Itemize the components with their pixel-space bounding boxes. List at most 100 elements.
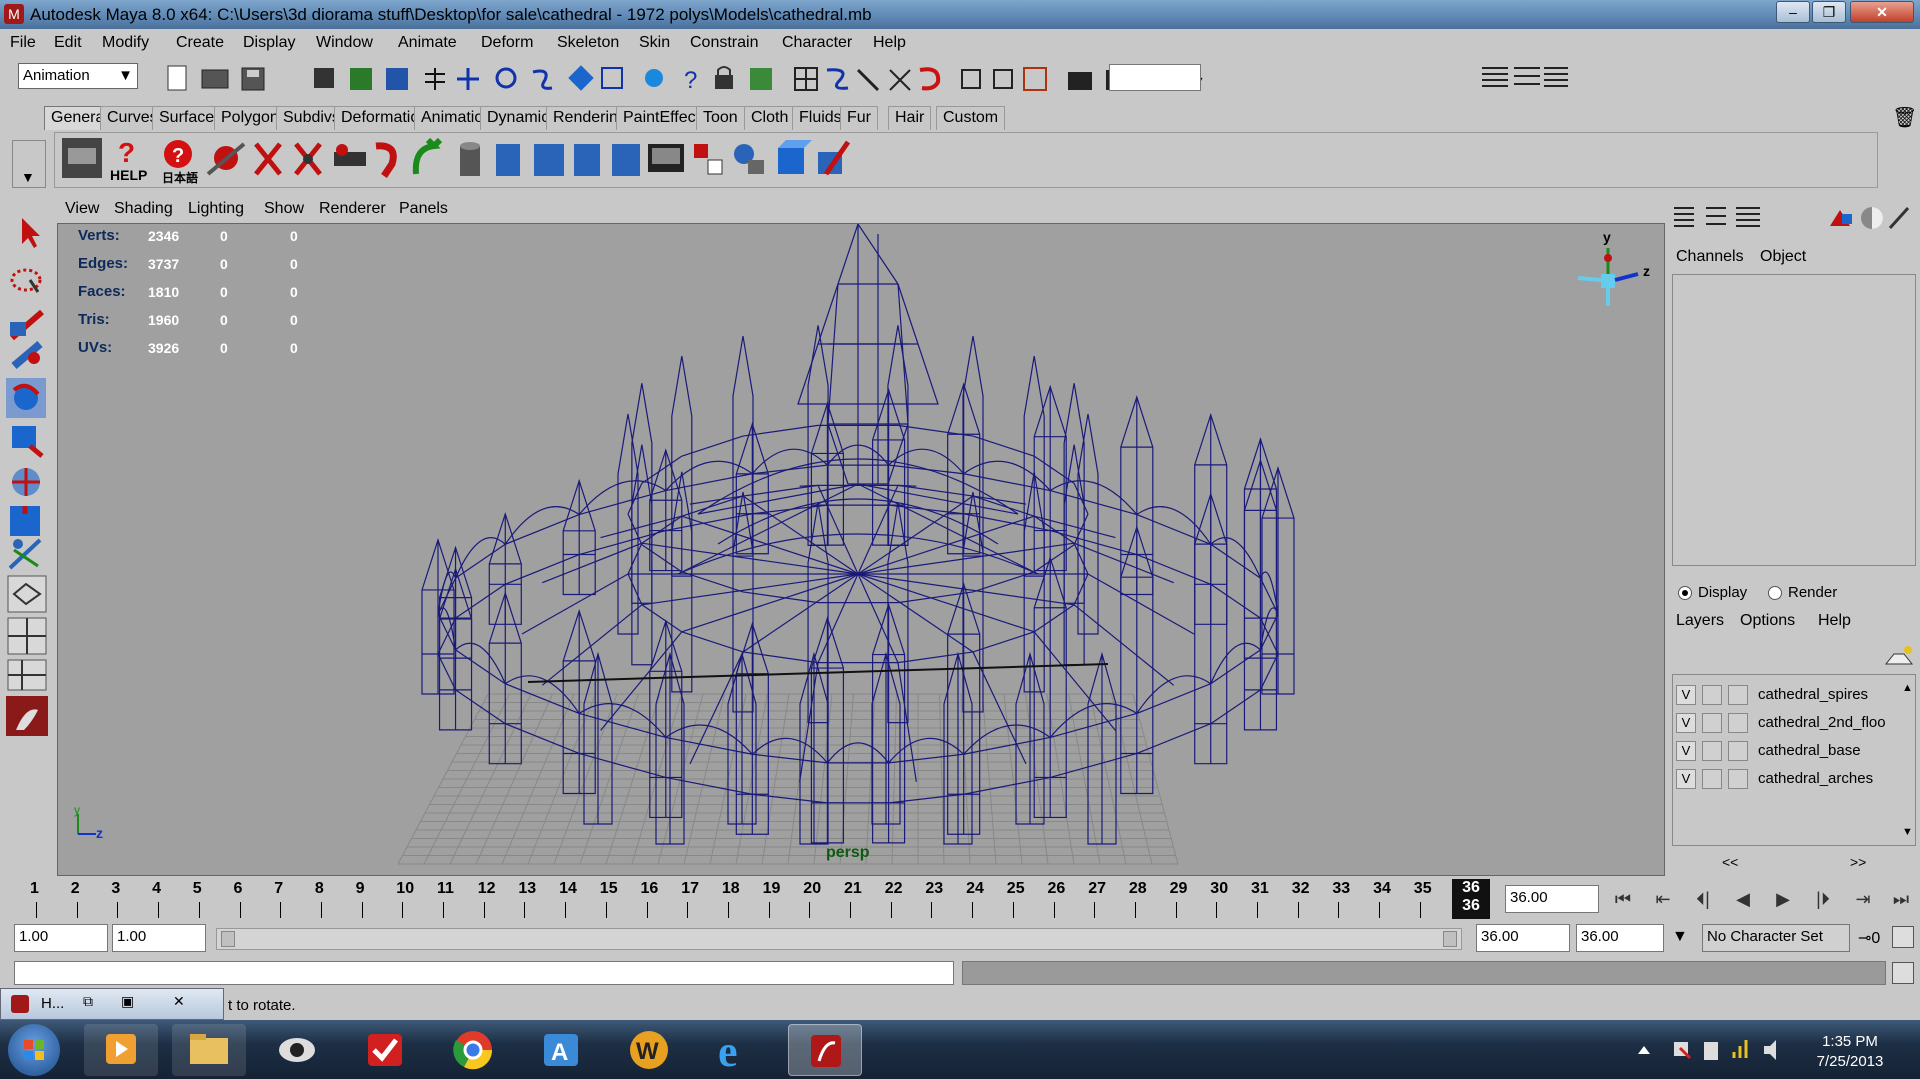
select-highlight-icon[interactable] <box>750 68 772 90</box>
channel-box-toggle-icon[interactable] <box>1544 67 1568 87</box>
tray-expand-icon[interactable] <box>1638 1046 1650 1054</box>
move-tool-icon[interactable] <box>11 340 43 370</box>
ipr-icon[interactable] <box>826 68 849 90</box>
render-current-icon[interactable] <box>645 69 663 87</box>
menu-window[interactable]: Window <box>316 34 373 52</box>
range-slider-handle-start[interactable] <box>221 931 235 947</box>
scale-tool-icon[interactable] <box>12 426 44 458</box>
shelf-blend-shape-icon[interactable] <box>734 144 764 174</box>
create-layer-icon[interactable] <box>1882 642 1916 670</box>
menu-set-dropdown[interactable]: Animation ▼ <box>18 63 138 89</box>
vp-menu-lighting[interactable]: Lighting <box>188 200 244 218</box>
layer-visibility-toggle[interactable]: V <box>1676 769 1696 789</box>
shape-color-icon[interactable] <box>1830 210 1852 226</box>
auto-key-icon[interactable]: ⊸0 <box>1858 928 1880 948</box>
script-editor-icon[interactable] <box>1892 962 1914 984</box>
layers-menu-layers[interactable]: Layers <box>1676 612 1724 630</box>
layout-single-icon[interactable] <box>7 575 47 613</box>
tray-device-icon[interactable] <box>1704 1042 1718 1060</box>
layer-template-toggle[interactable] <box>1702 741 1722 761</box>
system-clock[interactable]: 1:35 PM 7/25/2013 <box>1800 1032 1900 1072</box>
tray-flag-icon[interactable] <box>1674 1042 1692 1060</box>
shelf-tab-fur[interactable]: Fur <box>840 106 878 130</box>
scroll-down-icon[interactable]: ▼ <box>1902 826 1913 838</box>
compass-z-arrow-icon[interactable] <box>1614 272 1639 282</box>
perspective-viewport[interactable]: Verts: 2346 0 0 Edges: 3737 0 0 Faces: 1… <box>57 223 1665 876</box>
taskbar-chrome[interactable] <box>436 1024 510 1076</box>
channel-tab-object[interactable]: Object <box>1760 248 1806 266</box>
menu-deform[interactable]: Deform <box>481 34 533 52</box>
shelf-help-icon[interactable]: ?HELP <box>110 137 147 183</box>
select-object-icon[interactable] <box>350 68 372 90</box>
current-frame-marker[interactable]: 36 36 <box>1452 879 1490 919</box>
select-hierarchy-icon[interactable] <box>314 68 334 88</box>
play-forwards-button[interactable]: ▶ <box>1768 884 1798 914</box>
shelf-ik-spline-icon[interactable] <box>294 142 322 176</box>
render-settings-icon[interactable] <box>889 69 911 91</box>
layers-menu-options[interactable]: Options <box>1740 612 1795 630</box>
layer-scroll-left[interactable]: << <box>1722 854 1738 870</box>
menu-skin[interactable]: Skin <box>639 34 670 52</box>
select-tool-icon[interactable] <box>22 218 40 248</box>
layer-color-swatch[interactable] <box>1728 685 1748 705</box>
clapper-icon[interactable] <box>1068 72 1092 90</box>
animation-preferences-icon[interactable] <box>1892 926 1914 948</box>
lock-icon[interactable] <box>715 66 733 89</box>
layout-outliner-icon[interactable] <box>7 659 47 691</box>
layer-visibility-toggle[interactable]: V <box>1676 685 1696 705</box>
vp-menu-shading[interactable]: Shading <box>114 200 173 218</box>
shelf-tab-cloth[interactable]: Cloth <box>744 106 796 130</box>
layer-visibility-toggle[interactable]: V <box>1676 741 1696 761</box>
play-backwards-button[interactable]: ◀ <box>1728 884 1758 914</box>
tray-network-icon[interactable] <box>1732 1040 1748 1058</box>
layer-scroll-right[interactable]: >> <box>1850 854 1866 870</box>
shelf-options-menu[interactable]: ▼ <box>12 140 46 188</box>
channel-box-mode-icon[interactable] <box>1674 207 1694 227</box>
layer-row[interactable]: V cathedral_base <box>1672 738 1896 764</box>
mel-command-input[interactable] <box>14 961 954 985</box>
channel-box-area[interactable] <box>1672 274 1916 566</box>
layer-template-toggle[interactable] <box>1702 713 1722 733</box>
taskbar-red-app[interactable] <box>348 1024 422 1076</box>
universal-manipulator-icon[interactable] <box>12 468 40 496</box>
taskbar-a-app[interactable]: A <box>524 1024 598 1076</box>
construction-history-icon[interactable] <box>601 67 623 89</box>
display-radio[interactable] <box>1678 586 1692 600</box>
channel-tab-channels[interactable]: Channels <box>1676 248 1744 266</box>
start-button[interactable] <box>8 1024 60 1076</box>
snap-surface-icon[interactable] <box>568 65 594 91</box>
restore-icon[interactable]: ⧉ <box>83 993 93 1010</box>
trash-icon[interactable]: 🗑 <box>1892 105 1917 130</box>
select-component-icon[interactable] <box>386 68 408 90</box>
shelf-smooth-bind-icon[interactable] <box>412 137 443 175</box>
snap-view-icon[interactable] <box>532 69 553 90</box>
attribute-mode-icon[interactable] <box>1736 207 1760 227</box>
range-slider-track[interactable] <box>216 928 1462 950</box>
step-forward-frame-button[interactable]: ⇥ <box>1848 884 1878 914</box>
vp-menu-show[interactable]: Show <box>264 200 304 218</box>
cathedral-wireframe[interactable] <box>58 224 1664 875</box>
shelf-deformer-3-icon[interactable] <box>574 144 600 176</box>
minimized-window[interactable]: H... ⧉ ▣ ✕ <box>0 988 224 1020</box>
maximize-icon[interactable]: ▣ <box>121 993 134 1010</box>
shelf-deformer-1-icon[interactable] <box>496 144 520 176</box>
layer-color-swatch[interactable] <box>1728 741 1748 761</box>
step-back-key-button[interactable]: ⏴| <box>1688 884 1718 914</box>
render-radio[interactable] <box>1768 586 1782 600</box>
menu-display[interactable]: Display <box>243 34 295 52</box>
menu-constrain[interactable]: Constrain <box>690 34 758 52</box>
close-button[interactable]: ✕ <box>1850 1 1914 23</box>
compass-neg-x-arrow-icon[interactable] <box>1577 276 1602 282</box>
compass-center-icon[interactable] <box>1601 274 1615 288</box>
taskbar-explorer[interactable] <box>172 1024 246 1076</box>
tool-settings-toggle-icon[interactable] <box>1514 67 1540 85</box>
view-compass[interactable]: y z <box>1558 224 1658 314</box>
show-manipulator-icon[interactable] <box>8 538 42 570</box>
layer-row[interactable]: V cathedral_2nd_floo <box>1672 710 1896 736</box>
pin-icon[interactable] <box>1888 206 1910 230</box>
shelf-paint-tool-icon[interactable] <box>818 140 851 176</box>
current-time-field[interactable]: 36.00 <box>1505 885 1599 913</box>
shelf-tab-hair[interactable]: Hair <box>888 106 932 130</box>
menu-create[interactable]: Create <box>176 34 224 52</box>
shelf-cube-icon[interactable] <box>778 140 812 174</box>
